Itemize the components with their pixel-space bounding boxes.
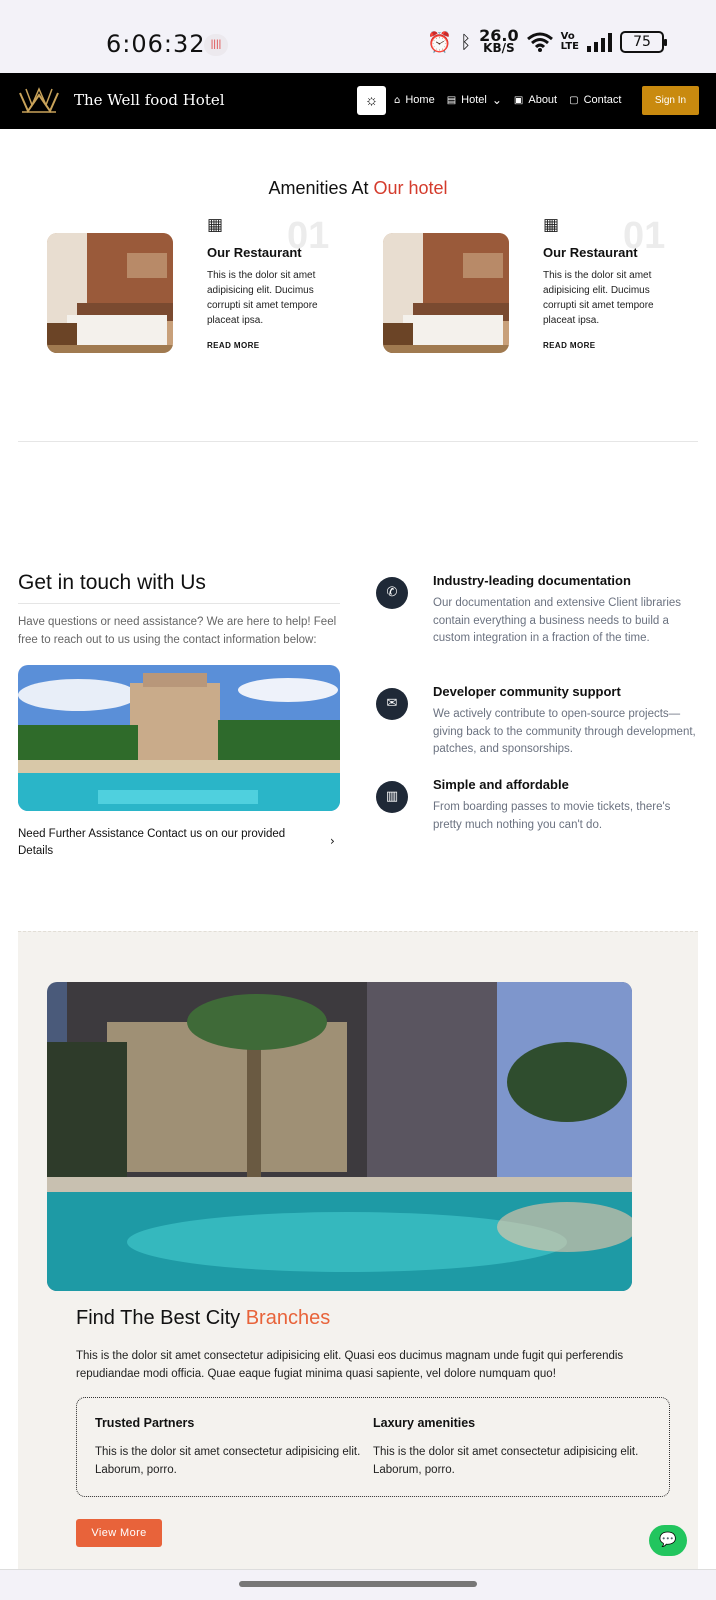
navbar: The Well food Hotel ☼ ⌂ Home ▤ Hotel ⌄ ▣…: [0, 73, 716, 129]
assist-link[interactable]: Need Further Assistance Contact us on ou…: [18, 826, 318, 860]
system-nav-bar: [0, 1569, 716, 1600]
branch-feature-title: Laxury amenities: [373, 1416, 476, 1430]
branch-feature-text: This is the dolor sit amet consectetur a…: [95, 1446, 361, 1476]
building-icon: ▦: [207, 215, 224, 235]
feature-text: Our documentation and extensive Client l…: [433, 597, 682, 644]
branches-description: This is the dolor sit amet consectetur a…: [76, 1350, 624, 1380]
feature-text: We actively contribute to open-source pr…: [433, 708, 696, 755]
feature-text: From boarding passes to movie tickets, t…: [433, 801, 671, 831]
contact-title: Get in touch with Us: [18, 571, 206, 594]
title-underline: [18, 603, 340, 604]
branch-feature-text: This is the dolor sit amet consectetur a…: [373, 1446, 639, 1476]
info-icon: ▣: [513, 94, 524, 106]
view-more-button[interactable]: View More: [76, 1519, 162, 1547]
hotel-room-image: [47, 233, 173, 353]
amenity-text: This is the dolor sit amet adipisicing e…: [543, 270, 654, 326]
logo-crown-icon[interactable]: [18, 85, 60, 115]
nav-menu: ⌂ Home ▤ Hotel ⌄ ▣ About ▢ Contact: [394, 93, 621, 107]
home-gesture-bar[interactable]: [239, 1581, 477, 1587]
net-speed: 26.0 KB/S: [479, 26, 519, 55]
signal-icon: [587, 32, 612, 52]
mail-icon: ✉: [376, 688, 408, 720]
theme-toggle-button[interactable]: ☼: [357, 86, 386, 115]
map-icon: ▥: [376, 781, 408, 813]
recording-indicator-icon: ||||: [204, 34, 228, 56]
branch-feature-title: Trusted Partners: [95, 1416, 195, 1430]
chevron-down-icon: ⌄: [491, 93, 502, 107]
amenity-heading: Our Restaurant: [207, 245, 302, 260]
chevron-right-icon[interactable]: ›: [330, 834, 335, 848]
branches-features-box: Trusted Partners This is the dolor sit a…: [76, 1397, 670, 1497]
read-more-link[interactable]: READ MORE: [543, 341, 596, 350]
wifi-icon: [526, 32, 553, 52]
feature-title: Industry-leading documentation: [433, 573, 631, 588]
branch-feature: Laxury amenities This is the dolor sit a…: [373, 1416, 643, 1479]
status-time: 6:06:32: [106, 30, 206, 58]
read-more-link[interactable]: READ MORE: [207, 341, 260, 350]
sign-in-button[interactable]: Sign In: [642, 86, 699, 115]
bluetooth-icon: ᛒ: [460, 31, 472, 53]
nav-item-contact[interactable]: ▢ Contact: [569, 93, 621, 107]
nav-item-about[interactable]: ▣ About: [514, 93, 557, 107]
nav-item-home[interactable]: ⌂ Home: [394, 93, 435, 107]
phone-icon: ✆: [376, 577, 408, 609]
branches-title: Find The Best City Branches: [76, 1307, 331, 1329]
amenity-heading: Our Restaurant: [543, 245, 638, 260]
resort-pool-image: [47, 982, 632, 1291]
hotel-room-image: [383, 233, 509, 353]
branch-feature: Trusted Partners This is the dolor sit a…: [95, 1416, 365, 1479]
amenity-card: ▦ 01 Our Restaurant This is the dolor si…: [47, 215, 367, 365]
feature-title: Simple and affordable: [433, 777, 569, 792]
feature-title: Developer community support: [433, 684, 621, 699]
volte-indicator: Vo LTE: [560, 31, 579, 52]
amenity-text: This is the dolor sit amet adipisicing e…: [207, 270, 318, 326]
section-divider: [18, 441, 698, 442]
hotel-pool-image: [18, 665, 340, 811]
alarm-icon: ⏰: [427, 30, 453, 54]
contact-description: Have questions or need assistance? We ar…: [18, 616, 337, 646]
home-icon: ⌂: [394, 94, 401, 106]
building-icon: ▤: [446, 94, 457, 106]
sun-icon: ☼: [364, 92, 379, 109]
building-icon: ▦: [543, 215, 560, 235]
status-bar: 6:06:32 |||| ⏰ ᛒ 26.0 KB/S Vo LTE 75: [0, 0, 716, 73]
amenity-card: ▦ 01 Our Restaurant This is the dolor si…: [383, 215, 703, 365]
amenities-title: Amenities At Our hotel: [268, 178, 448, 198]
chat-icon[interactable]: 💬: [649, 1525, 687, 1556]
battery-icon: 75: [620, 31, 667, 53]
nav-item-hotel[interactable]: ▤ Hotel ⌄: [447, 93, 502, 107]
status-icons: ⏰ ᛒ 26.0 KB/S Vo LTE 75: [427, 26, 667, 55]
brand-name[interactable]: The Well food Hotel: [74, 91, 225, 109]
contact-icon: ▢: [569, 94, 579, 106]
